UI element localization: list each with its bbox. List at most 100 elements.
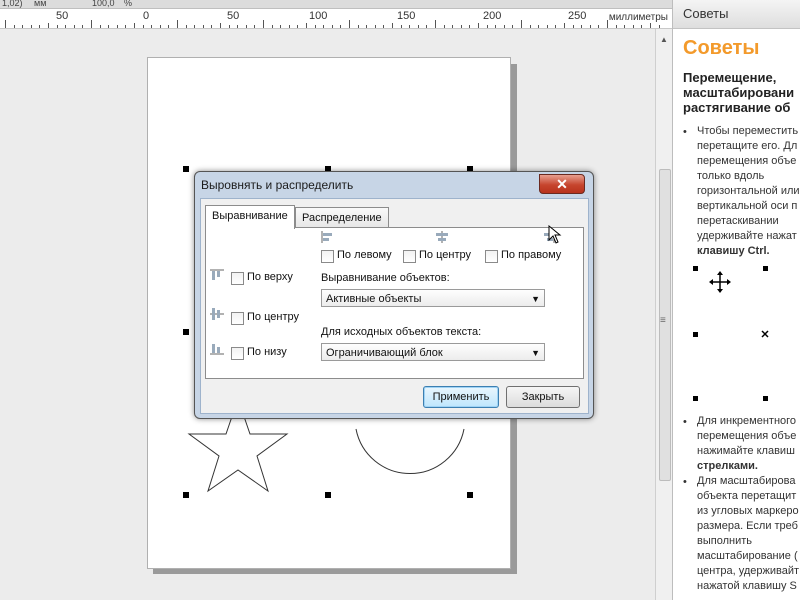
ruler-tick <box>151 25 153 28</box>
ruler-tick <box>82 25 84 28</box>
vertical-scrollbar[interactable]: ▲ ≡ <box>655 29 673 600</box>
tips-title: Советы <box>683 37 760 59</box>
dialog-title: Выровнять и распределить <box>201 178 354 192</box>
selection-handle[interactable] <box>467 492 473 498</box>
tip-line: выполнить <box>697 535 752 547</box>
tips-subtitle-line: масштабировани <box>683 85 795 100</box>
ruler-tick <box>435 20 436 28</box>
align-bottom-checkbox[interactable] <box>231 347 244 360</box>
ruler-tick <box>331 25 333 28</box>
tip-line: перемещения объе <box>697 430 797 442</box>
ruler-tick <box>13 25 15 28</box>
ruler-tick <box>443 25 445 28</box>
tips-subtitle-line: Перемещение, <box>683 70 777 85</box>
ruler-tick-label: 50 <box>56 10 69 22</box>
ruler-tick <box>632 25 634 28</box>
ruler-tick <box>194 25 196 28</box>
ruler-tick <box>503 25 505 28</box>
align-top-label: По верху <box>247 271 293 283</box>
ruler-tick <box>417 25 419 28</box>
horizontal-align-icons <box>321 231 555 243</box>
ruler-strip-text: мм <box>34 0 47 8</box>
tab-align[interactable]: Выравнивание <box>205 205 295 229</box>
ruler-tick <box>134 23 135 28</box>
ruler-tick <box>211 25 213 28</box>
align-center-v-label: По центру <box>247 311 299 323</box>
ruler-units-label[interactable]: миллиметры <box>609 12 668 23</box>
ruler-tick <box>177 20 178 28</box>
ruler-tick <box>245 25 247 28</box>
tips-panel-header: Советы <box>673 0 800 29</box>
tips-illustration <box>693 266 769 401</box>
tab-distribute[interactable]: Распределение <box>295 207 389 228</box>
ruler-tick <box>228 25 230 28</box>
ruler-tick <box>486 25 488 28</box>
align-center-v-icon <box>210 308 224 320</box>
ruler-tick <box>555 25 557 28</box>
tip-bullet: • <box>683 126 687 138</box>
dialog-body: Выравнивание Распределение По левому По … <box>200 198 589 414</box>
align-right-checkbox[interactable] <box>485 250 498 263</box>
vertical-align-icons <box>210 269 224 355</box>
ruler-tick <box>495 25 497 28</box>
tip-line: клавишу Ctrl. <box>697 245 770 257</box>
ruler-tick <box>400 25 402 28</box>
align-center-h-label: По центру <box>419 249 471 261</box>
ruler-tick <box>581 25 583 28</box>
ruler-tick <box>366 25 368 28</box>
text-source-label: Для исходных объектов текста: <box>321 326 482 338</box>
selection-handle[interactable] <box>183 329 189 335</box>
ruler-tick <box>650 23 651 28</box>
selection-handle[interactable] <box>183 492 189 498</box>
tip-line: Для инкрементного <box>697 415 797 427</box>
ruler-tick <box>564 23 565 28</box>
ruler-tick <box>589 25 591 28</box>
ruler-tick <box>125 25 127 28</box>
ruler-tick <box>220 23 221 28</box>
align-center-h-checkbox[interactable] <box>403 250 416 263</box>
ruler-tick-label: 50 <box>227 10 240 22</box>
selection-handle[interactable] <box>183 166 189 172</box>
apply-button[interactable]: Применить <box>423 386 499 408</box>
ruler-tick <box>116 25 118 28</box>
ruler-status-strip: 1,02) мм 100,0 % <box>0 0 672 9</box>
align-top-checkbox[interactable] <box>231 272 244 285</box>
ruler-tick <box>392 23 393 28</box>
ruler-tick <box>340 25 342 28</box>
circle-shape <box>355 428 465 474</box>
ruler-tick <box>349 20 350 28</box>
align-center-v-checkbox[interactable] <box>231 312 244 325</box>
ruler-tick <box>73 25 75 28</box>
align-top-icon <box>210 269 224 280</box>
close-button[interactable]: Закрыть <box>506 386 580 408</box>
ruler-tick-label: 100 <box>309 10 328 22</box>
chevron-down-icon: ▼ <box>531 348 540 358</box>
tip-line: стрелками. <box>697 460 758 472</box>
tip-line: удерживайте нажат <box>697 230 797 242</box>
ruler-tick <box>39 25 41 28</box>
ruler-tick <box>99 25 101 28</box>
ruler-tick <box>521 20 522 28</box>
scroll-up-icon[interactable]: ▲ <box>660 35 668 44</box>
ruler-tick <box>65 25 67 28</box>
ruler-tick <box>426 25 428 28</box>
selection-handle[interactable] <box>325 492 331 498</box>
tip-line: перемещения объе <box>697 155 797 167</box>
align-right-label: По правому <box>501 249 562 261</box>
tip-scale: Для масштабирова объекта перетащит из уг… <box>697 474 799 594</box>
align-bottom-label: По низу <box>247 346 287 358</box>
dialog-close-button[interactable]: ✕ <box>539 174 585 194</box>
align-objects-dropdown[interactable]: Активные объекты ▼ <box>321 289 545 307</box>
ruler-tick <box>624 25 626 28</box>
ruler-tick <box>641 25 643 28</box>
mouse-cursor-icon <box>548 225 562 244</box>
ruler-tick <box>185 25 187 28</box>
ruler-tick <box>615 25 617 28</box>
ruler-tick <box>297 25 299 28</box>
ruler-tick <box>598 25 600 28</box>
text-source-dropdown[interactable]: Ограничивающий блок ▼ <box>321 343 545 361</box>
align-left-checkbox[interactable] <box>321 250 334 263</box>
ruler-tick <box>271 25 273 28</box>
ruler-tick <box>108 25 110 28</box>
tips-panel: Советы Советы Перемещение, масштабирован… <box>672 0 800 600</box>
